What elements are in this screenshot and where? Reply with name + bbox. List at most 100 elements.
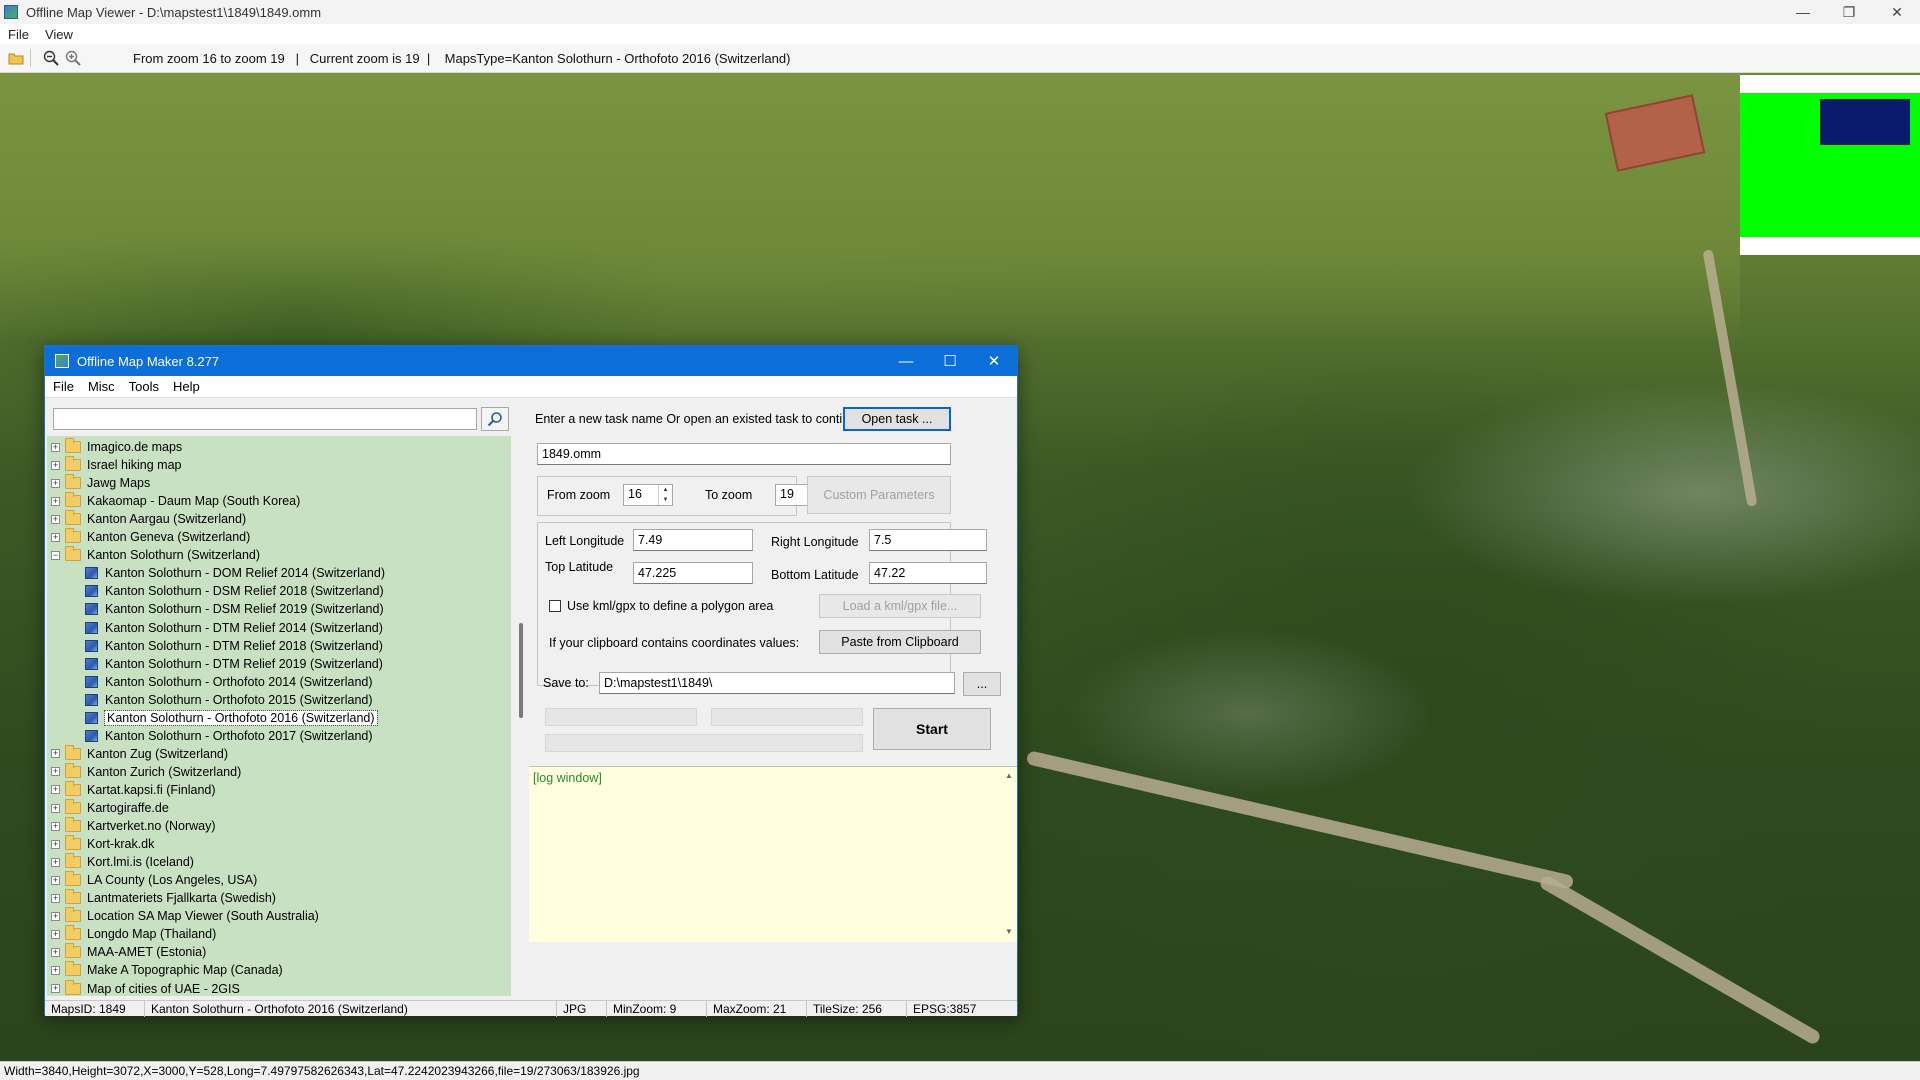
expand-icon[interactable]: + bbox=[51, 803, 60, 813]
tree-folder-item[interactable]: + Kakaomap - Daum Map (South Korea) bbox=[51, 492, 300, 510]
tree-folder-item[interactable]: + Kanton Geneva (Switzerland) bbox=[51, 528, 250, 546]
tree-map-item[interactable]: Kanton Solothurn - DSM Relief 2019 (Swit… bbox=[85, 600, 384, 618]
dialog-menu-tools[interactable]: Tools bbox=[129, 379, 159, 394]
tree-map-item[interactable]: Kanton Solothurn - DOM Relief 2014 (Swit… bbox=[85, 564, 385, 582]
expand-icon[interactable]: + bbox=[51, 785, 60, 795]
restore-button[interactable]: ❐ bbox=[1826, 0, 1872, 24]
log-scroll-up-icon[interactable]: ▲ bbox=[1005, 771, 1015, 780]
close-button[interactable]: ✕ bbox=[1874, 0, 1920, 24]
maps-tree[interactable]: + Imagico.de maps + Israel hiking map + Jawg … bbox=[47, 436, 511, 996]
tree-folder-item[interactable]: + Imagico.de maps bbox=[51, 438, 182, 456]
spinner-arrows-icon[interactable]: ▲▼ bbox=[658, 485, 672, 505]
expand-icon[interactable]: + bbox=[51, 442, 60, 452]
tree-map-item[interactable]: Kanton Solothurn - DTM Relief 2019 (Swit… bbox=[85, 655, 383, 673]
dialog-minimize-button[interactable]: — bbox=[883, 346, 929, 376]
right-longitude-input[interactable] bbox=[869, 529, 987, 551]
task-name-input[interactable] bbox=[537, 443, 951, 465]
tree-item-label: Kanton Solothurn - Orthofoto 2014 (Switz… bbox=[105, 674, 373, 689]
app-icon bbox=[4, 5, 18, 19]
tree-item-label: Jawg Maps bbox=[87, 476, 151, 491]
search-button[interactable] bbox=[481, 407, 509, 431]
expand-icon[interactable]: + bbox=[51, 857, 60, 867]
expand-icon[interactable]: + bbox=[51, 514, 60, 524]
expand-icon[interactable]: + bbox=[51, 767, 60, 777]
tree-map-item[interactable]: Kanton Solothurn - Orthofoto 2015 (Switz… bbox=[85, 691, 373, 709]
load-kml-button[interactable]: Load a kml/gpx file... bbox=[819, 594, 981, 618]
start-button[interactable]: Start bbox=[873, 708, 991, 750]
expand-icon[interactable]: + bbox=[51, 478, 60, 488]
save-path-input[interactable] bbox=[599, 672, 955, 694]
log-window[interactable]: [log window] ▲ ▼ bbox=[529, 766, 1017, 942]
expand-icon[interactable]: + bbox=[51, 965, 60, 975]
collapse-icon[interactable]: − bbox=[51, 550, 60, 560]
dialog-menu-misc[interactable]: Misc bbox=[88, 379, 115, 394]
tree-map-item[interactable]: Kanton Solothurn - DTM Relief 2018 (Swit… bbox=[85, 637, 383, 655]
paste-clipboard-button[interactable]: Paste from Clipboard bbox=[819, 630, 981, 654]
tree-folder-item[interactable]: + Kartverket.no (Norway) bbox=[51, 817, 216, 835]
left-longitude-input[interactable] bbox=[633, 529, 753, 551]
menu-file[interactable]: File bbox=[8, 27, 29, 42]
tree-map-item[interactable]: Kanton Solothurn - Orthofoto 2017 (Switz… bbox=[85, 727, 373, 745]
tree-map-item[interactable]: Kanton Solothurn - Orthofoto 2016 (Switz… bbox=[85, 709, 378, 727]
minimap[interactable] bbox=[1740, 75, 1920, 255]
expand-icon[interactable]: + bbox=[51, 893, 60, 903]
maps-pane: + Imagico.de maps + Israel hiking map + Jawg … bbox=[45, 398, 523, 996]
use-kml-checkbox[interactable] bbox=[549, 600, 561, 612]
tree-folder-item[interactable]: + Kort.lmi.is (Iceland) bbox=[51, 853, 194, 871]
tree-folder-item[interactable]: + LA County (Los Angeles, USA) bbox=[51, 871, 257, 889]
expand-icon[interactable]: + bbox=[51, 929, 60, 939]
tree-folder-item[interactable]: + Israel hiking map bbox=[51, 456, 182, 474]
tree-map-item[interactable]: Kanton Solothurn - Orthofoto 2014 (Switz… bbox=[85, 673, 373, 691]
zoom-in-icon[interactable] bbox=[63, 48, 83, 68]
tree-folder-item[interactable]: + Kanton Zurich (Switzerland) bbox=[51, 762, 242, 781]
to-zoom-value: 19 bbox=[780, 487, 794, 501]
map-icon bbox=[85, 693, 98, 706]
expand-icon[interactable]: + bbox=[51, 911, 60, 921]
tree-folder-item[interactable]: − Kanton Solothurn (Switzerland) bbox=[51, 546, 260, 564]
zoom-status-text: From zoom 16 to zoom 19 | Current zoom i… bbox=[133, 50, 791, 66]
tree-folder-item[interactable]: + MAA-AMET (Estonia) bbox=[51, 943, 206, 961]
expand-icon[interactable]: + bbox=[51, 460, 60, 470]
dialog-menu-file[interactable]: File bbox=[53, 379, 74, 394]
tree-folder-item[interactable]: + Location SA Map Viewer (South Australia… bbox=[51, 907, 319, 925]
tree-folder-item[interactable]: + Kanton Zug (Switzerland) bbox=[51, 744, 228, 763]
tree-folder-item[interactable]: + Lantmateriets Fjallkarta (Swedish) bbox=[51, 889, 276, 907]
expand-icon[interactable]: + bbox=[51, 947, 60, 957]
tree-folder-item[interactable]: + Map of cities of UAE - 2GIS bbox=[51, 979, 240, 997]
search-input[interactable] bbox=[53, 408, 477, 430]
dialog-close-button[interactable]: ✕ bbox=[971, 346, 1017, 376]
tree-folder-item[interactable]: + Longdo Map (Thailand) bbox=[51, 925, 216, 943]
expand-icon[interactable]: + bbox=[51, 749, 60, 759]
from-zoom-value: 16 bbox=[628, 487, 642, 501]
top-latitude-input[interactable] bbox=[633, 562, 753, 584]
tree-folder-item[interactable]: + Make A Topographic Map (Canada) bbox=[51, 961, 283, 979]
expand-icon[interactable]: + bbox=[51, 984, 60, 993]
dialog-maximize-button[interactable]: ☐ bbox=[927, 346, 973, 376]
minimap-viewport[interactable] bbox=[1820, 99, 1910, 145]
menu-view[interactable]: View bbox=[45, 27, 73, 42]
expand-icon[interactable]: + bbox=[51, 821, 60, 831]
tree-scrollbar-thumb[interactable] bbox=[519, 623, 523, 718]
minimize-button[interactable]: — bbox=[1780, 0, 1826, 24]
tree-folder-item[interactable]: + Kanton Aargau (Switzerland) bbox=[51, 510, 246, 528]
tree-folder-item[interactable]: + Jawg Maps bbox=[51, 474, 150, 492]
zoom-out-icon[interactable] bbox=[41, 48, 61, 68]
tree-folder-item[interactable]: + Kartat.kapsi.fi (Finland) bbox=[51, 780, 216, 799]
open-task-button[interactable]: Open task ... bbox=[843, 407, 951, 431]
tree-map-item[interactable]: Kanton Solothurn - DTM Relief 2014 (Swit… bbox=[85, 619, 383, 637]
from-zoom-spinner[interactable]: 16 ▲ ▼ bbox=[623, 484, 673, 506]
expand-icon[interactable]: + bbox=[51, 532, 60, 542]
tree-folder-item[interactable]: + Kort-krak.dk bbox=[51, 835, 154, 853]
open-folder-icon[interactable] bbox=[6, 48, 26, 68]
tree-folder-item[interactable]: + Kartogiraffe.de bbox=[51, 799, 169, 817]
tree-item-label: Kanton Zurich (Switzerland) bbox=[87, 764, 242, 779]
expand-icon[interactable]: + bbox=[51, 839, 60, 849]
browse-button[interactable]: ... bbox=[963, 672, 1001, 696]
log-scroll-down-icon[interactable]: ▼ bbox=[1005, 927, 1015, 936]
expand-icon[interactable]: + bbox=[51, 875, 60, 885]
tree-map-item[interactable]: Kanton Solothurn - DSM Relief 2018 (Swit… bbox=[85, 582, 384, 600]
expand-icon[interactable]: + bbox=[51, 496, 60, 506]
dialog-menu-help[interactable]: Help bbox=[173, 379, 200, 394]
bottom-latitude-input[interactable] bbox=[869, 562, 987, 584]
custom-parameters-button[interactable]: Custom Parameters bbox=[807, 476, 951, 514]
